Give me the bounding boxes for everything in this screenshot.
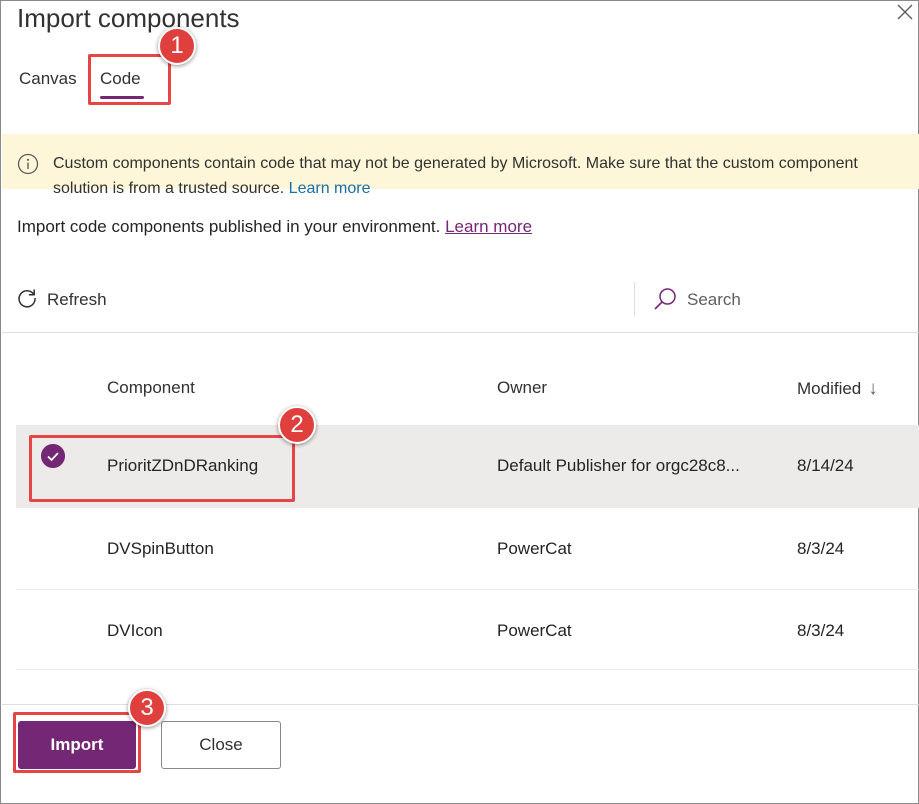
import-description: Import code components published in your… [17, 217, 532, 237]
tab-canvas[interactable]: Canvas [19, 69, 77, 89]
callout-badge-2: 2 [278, 406, 316, 444]
callout-badge-3: 3 [128, 689, 166, 727]
banner-text: Custom components contain code that may … [53, 155, 858, 197]
column-header-owner[interactable]: Owner [497, 378, 547, 398]
banner-message: Custom components contain code that may … [53, 151, 893, 201]
callout-badge-1: 1 [158, 27, 196, 65]
callout-highlight-selected-row [29, 435, 295, 502]
import-components-dialog: Import components Canvas Code Custom com… [0, 0, 919, 804]
search-input[interactable] [687, 287, 887, 313]
component-owner: PowerCat [497, 621, 572, 640]
search-icon [654, 288, 676, 310]
toolbar-divider-line [2, 332, 919, 333]
column-header-modified[interactable]: Modified ↓ [797, 378, 878, 400]
dialog-title: Import components [17, 3, 240, 33]
toolbar-divider [634, 282, 635, 316]
column-header-modified-label: Modified [797, 379, 862, 398]
refresh-button[interactable]: Refresh [47, 290, 107, 310]
component-owner: PowerCat [497, 539, 572, 558]
import-learn-more-link[interactable]: Learn more [445, 217, 532, 236]
callout-highlight-code-tab [88, 54, 171, 105]
column-header-component[interactable]: Component [107, 378, 195, 398]
table-row[interactable]: DVSpinButton PowerCat 8/3/24 [16, 507, 919, 589]
refresh-icon[interactable] [16, 287, 38, 309]
component-modified: 8/3/24 [797, 539, 845, 558]
table-row[interactable]: DVIcon PowerCat 8/3/24 [16, 589, 919, 671]
component-owner: Default Publisher for orgc28c8... [497, 456, 740, 475]
close-button[interactable]: Close [161, 721, 281, 769]
info-icon [17, 153, 39, 175]
import-description-text: Import code components published in your… [17, 217, 441, 236]
component-modified: 8/14/24 [797, 456, 854, 475]
table-bottom-divider [16, 669, 919, 670]
component-modified: 8/3/24 [797, 621, 845, 640]
sort-descending-icon: ↓ [868, 378, 878, 399]
close-icon[interactable] [896, 3, 914, 21]
component-name: DVSpinButton [107, 539, 214, 558]
component-name: DVIcon [107, 621, 163, 640]
banner-learn-more-link[interactable]: Learn more [289, 180, 371, 197]
callout-highlight-import-button [13, 712, 141, 773]
